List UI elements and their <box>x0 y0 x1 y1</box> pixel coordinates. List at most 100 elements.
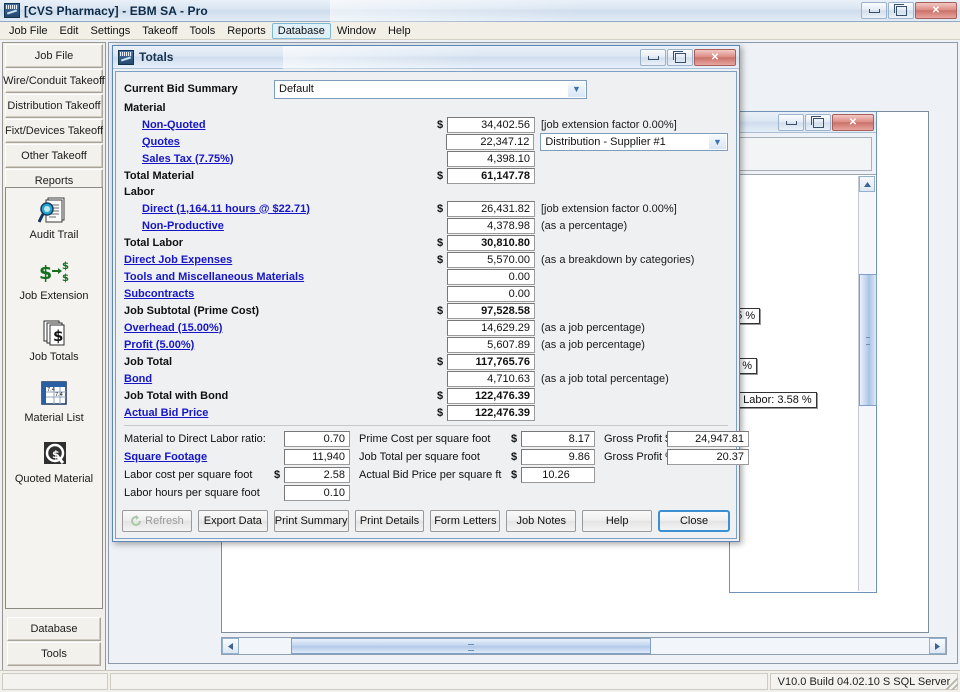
menu-item-takeoff[interactable]: Takeoff <box>136 23 183 39</box>
non-quoted-value[interactable]: 34,402.56 <box>447 117 535 133</box>
sidebar-item-audit-trail[interactable]: Audit Trail <box>6 196 102 241</box>
background-window-toolbar-panel <box>734 137 872 171</box>
sidebar-item-fixt-devices-takeoff[interactable]: Fixt/Devices Takeoff <box>5 119 103 143</box>
scroll-right-arrow[interactable] <box>929 638 946 654</box>
sidebar-item-job-extension[interactable]: $ $ $ Job Extension <box>6 257 102 302</box>
stat-gross-profit-percent: Gross Profit % 20.37 <box>604 448 749 465</box>
job-notes-button[interactable]: Job Notes <box>506 510 576 532</box>
actual-bid-price-value[interactable]: 122,476.39 <box>447 405 535 421</box>
stat-value[interactable]: 9.86 <box>521 449 595 465</box>
profit-link[interactable]: Profit (5.00%) <box>124 339 437 351</box>
horizontal-scrollbar[interactable] <box>221 637 947 655</box>
refresh-button[interactable]: Refresh <box>122 510 192 532</box>
print-details-button[interactable]: Print Details <box>355 510 425 532</box>
direct-job-expenses-value[interactable]: 5,570.00 <box>447 252 535 268</box>
vertical-scrollbar-thumb[interactable] <box>859 274 877 406</box>
vertical-scrollbar[interactable] <box>858 176 875 591</box>
sidebar-item-tools[interactable]: Tools <box>7 642 101 666</box>
sidebar-item-job-totals[interactable]: $ Job Totals <box>6 318 102 363</box>
sidebar-item-database[interactable]: Database <box>7 617 101 641</box>
horizontal-scroll-track[interactable] <box>239 638 929 654</box>
tools-misc-link[interactable]: Tools and Miscellaneous Materials <box>124 271 437 283</box>
actual-bid-price-link[interactable]: Actual Bid Price <box>124 407 437 419</box>
bid-summary-select[interactable]: Default ▼ <box>274 80 587 99</box>
job-total-label: Job Total <box>124 356 437 368</box>
quotes-link[interactable]: Quotes <box>142 136 436 148</box>
stat-value[interactable]: 2.58 <box>284 467 350 483</box>
profit-value[interactable]: 5,607.89 <box>447 337 535 353</box>
export-data-button[interactable]: Export Data <box>198 510 268 532</box>
print-summary-button[interactable]: Print Summary <box>274 510 349 532</box>
restore-button[interactable] <box>888 2 914 19</box>
direct-job-expenses-link[interactable]: Direct Job Expenses <box>124 254 437 266</box>
overhead-link[interactable]: Overhead (15.00%) <box>124 322 437 334</box>
subcontracts-value[interactable]: 0.00 <box>447 286 535 302</box>
stat-value[interactable]: 11,940 <box>284 449 350 465</box>
direct-job-expenses-note: (as a breakdown by categories) <box>541 254 694 266</box>
row-quotes: Quotes 22,347.12 Distribution - Supplier… <box>124 133 728 150</box>
form-letters-button[interactable]: Form Letters <box>430 510 500 532</box>
bond-link[interactable]: Bond <box>124 373 437 385</box>
stat-label: Material to Direct Labor ratio: <box>124 433 274 445</box>
minimize-button[interactable] <box>778 114 804 131</box>
resize-grip[interactable] <box>946 678 958 690</box>
sales-tax-value[interactable]: 4,398.10 <box>447 151 535 167</box>
menu-item-edit[interactable]: Edit <box>54 23 85 39</box>
menu-item-job-file[interactable]: Job File <box>3 23 54 39</box>
close-button[interactable]: ✕ <box>832 114 874 131</box>
menu-item-database[interactable]: Database <box>272 23 331 39</box>
sales-tax-link[interactable]: Sales Tax (7.75%) <box>142 153 437 165</box>
menu-item-settings[interactable]: Settings <box>85 23 137 39</box>
restore-button[interactable] <box>805 114 831 131</box>
menu-item-reports[interactable]: Reports <box>221 23 272 39</box>
sidebar-item-other-takeoff[interactable]: Other Takeoff <box>5 144 103 168</box>
help-button[interactable]: Help <box>582 510 652 532</box>
non-quoted-link[interactable]: Non-Quoted <box>142 119 437 131</box>
stat-value[interactable]: 8.17 <box>521 431 595 447</box>
supplier-select[interactable]: Distribution - Supplier #1 ▼ <box>540 133 728 151</box>
background-window-body: .55 % 59 % tive Labor: 3.58 % <box>730 174 876 592</box>
menu-item-tools[interactable]: Tools <box>184 23 222 39</box>
stat-value[interactable]: 0.70 <box>284 431 350 447</box>
sidebar-item-quoted-material[interactable]: $ Quoted Material <box>6 440 102 485</box>
close-dialog-button[interactable]: Close <box>658 510 730 532</box>
restore-button[interactable] <box>667 49 693 66</box>
square-footage-link[interactable]: Square Footage <box>124 451 274 463</box>
non-productive-link[interactable]: Non-Productive <box>142 220 437 232</box>
scroll-up-arrow[interactable] <box>859 176 875 192</box>
horizontal-scrollbar-thumb[interactable] <box>291 638 651 654</box>
bond-value[interactable]: 4,710.63 <box>447 371 535 387</box>
chevron-down-icon[interactable]: ▼ <box>568 82 585 97</box>
close-button[interactable]: ✕ <box>694 49 736 66</box>
sidebar-item-distribution-takeoff[interactable]: Distribution Takeoff <box>5 94 103 118</box>
direct-labor-link[interactable]: Direct (1,164.11 hours @ $22.71) <box>142 203 437 215</box>
minimize-button[interactable] <box>640 49 666 66</box>
sidebar-item-wire-conduit-takeoff[interactable]: Wire/Conduit Takeoff <box>5 69 103 93</box>
menu-item-help[interactable]: Help <box>382 23 417 39</box>
sidebar-item-job-file[interactable]: Job File <box>5 44 103 68</box>
help-button-label: Help <box>606 515 629 527</box>
scroll-left-arrow[interactable] <box>222 638 239 654</box>
minimize-button[interactable] <box>861 2 887 19</box>
non-productive-value[interactable]: 4,378.98 <box>447 218 535 234</box>
stat-value[interactable]: 24,947.81 <box>667 431 749 447</box>
row-subcontracts: Subcontracts 0.00 <box>124 285 728 302</box>
dialog-body: Current Bid Summary Default ▼ Material N… <box>115 71 737 539</box>
tools-misc-value[interactable]: 0.00 <box>447 269 535 285</box>
close-button[interactable]: ✕ <box>915 2 957 19</box>
stat-value[interactable]: 20.37 <box>667 449 749 465</box>
quotes-value[interactable]: 22,347.12 <box>446 134 534 150</box>
menu-item-window[interactable]: Window <box>331 23 382 39</box>
print-details-label: Print Details <box>360 515 419 527</box>
direct-labor-value[interactable]: 26,431.82 <box>447 201 535 217</box>
subcontracts-link[interactable]: Subcontracts <box>124 288 437 300</box>
sidebar-item-material-list[interactable]: 7.4 7.4 Material List <box>6 379 102 424</box>
menu-bar[interactable]: Job File Edit Settings Takeoff Tools Rep… <box>0 22 960 40</box>
overhead-value[interactable]: 14,629.29 <box>447 320 535 336</box>
chevron-down-icon[interactable]: ▼ <box>709 135 726 149</box>
currency-symbol: $ <box>274 469 284 481</box>
overhead-note: (as a job percentage) <box>541 322 645 334</box>
stat-value[interactable]: 0.10 <box>284 485 350 501</box>
stat-value[interactable]: 10.26 <box>521 467 595 483</box>
row-sales-tax: Sales Tax (7.75%) 4,398.10 <box>124 150 728 167</box>
